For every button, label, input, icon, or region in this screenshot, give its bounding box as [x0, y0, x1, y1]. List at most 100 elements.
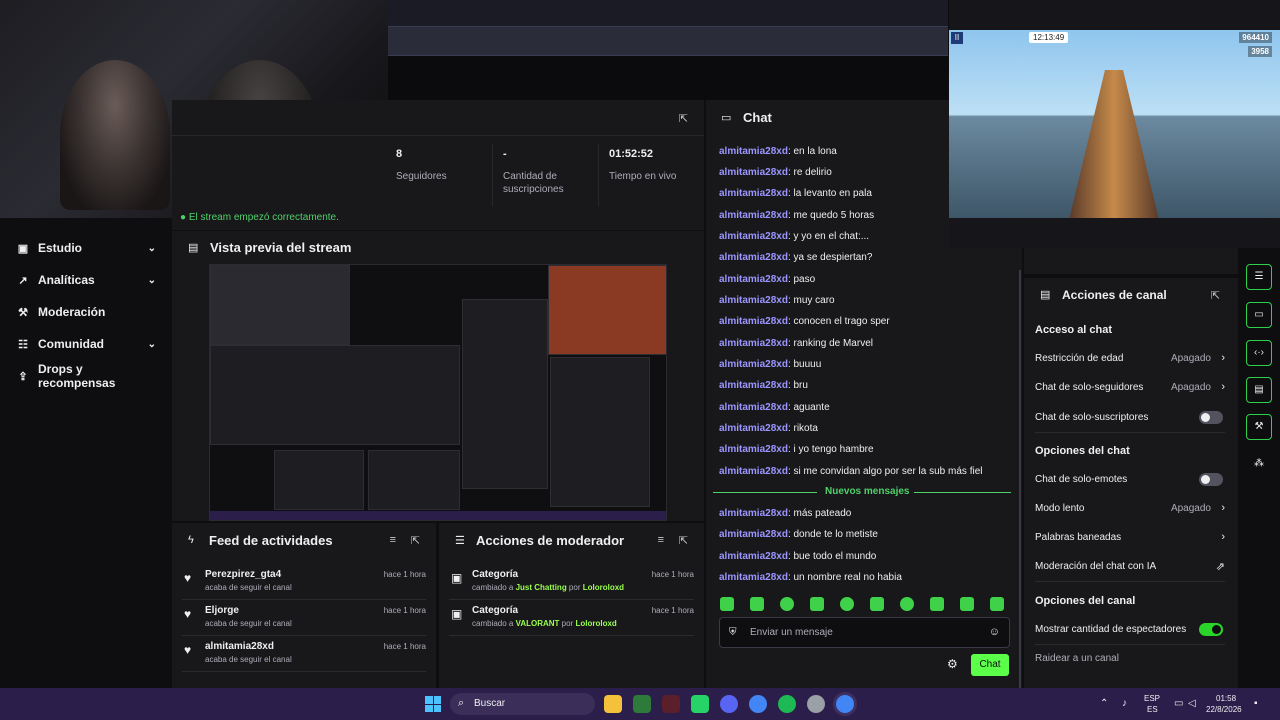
- notification-icon[interactable]: ▪: [1254, 698, 1258, 709]
- chat-username[interactable]: almitamia28xd: [719, 572, 788, 583]
- option-age-restriction[interactable]: Restricción de edad Apagado ›: [1035, 352, 1225, 373]
- chat-username[interactable]: almitamia28xd: [719, 188, 788, 199]
- whatsapp-icon[interactable]: [691, 695, 709, 713]
- chat-username[interactable]: almitamia28xd: [719, 316, 788, 327]
- chat-username[interactable]: almitamia28xd: [719, 359, 788, 370]
- chat-username[interactable]: almitamia28xd: [719, 210, 788, 221]
- feed-user[interactable]: Perezpirez_gta4: [205, 569, 281, 580]
- app-icon[interactable]: [662, 695, 680, 713]
- quick-action-chat-icon[interactable]: ▭: [1246, 302, 1272, 328]
- sidebar-item-drops[interactable]: ⇪ Drops y recompensas: [0, 360, 172, 392]
- option-followers-only[interactable]: Chat de solo-seguidores Apagado ›: [1035, 381, 1225, 402]
- feed-user[interactable]: almitamia28xd: [205, 641, 274, 652]
- sidebar-item-community[interactable]: ☷ Comunidad ⌄: [0, 328, 172, 360]
- chat-username[interactable]: almitamia28xd: [719, 167, 788, 178]
- emote-only-toggle[interactable]: [1199, 473, 1223, 486]
- language-code[interactable]: ESP: [1144, 694, 1160, 703]
- filter-icon[interactable]: ≡: [390, 534, 396, 546]
- chat-scrollbar[interactable]: [1019, 270, 1021, 690]
- chat-username[interactable]: almitamia28xd: [719, 295, 788, 306]
- clock-time[interactable]: 01:58: [1216, 694, 1236, 703]
- sidebar-item-moderation[interactable]: ⚒ Moderación: [0, 296, 172, 328]
- network-icon[interactable]: ▭: [1174, 698, 1183, 709]
- emote-icon[interactable]: [990, 597, 1004, 611]
- discord-icon[interactable]: [720, 695, 738, 713]
- sidebar-item-label: Comunidad: [38, 337, 104, 351]
- chat-text: : más pateado: [787, 508, 852, 519]
- chat-username[interactable]: almitamia28xd: [719, 508, 788, 519]
- chat-username[interactable]: almitamia28xd: [719, 529, 788, 540]
- microphone-icon[interactable]: ♪: [1122, 698, 1127, 709]
- app-icon[interactable]: [633, 695, 651, 713]
- app-icon[interactable]: [807, 695, 825, 713]
- emote-icon[interactable]: [810, 597, 824, 611]
- emoji-picker-icon[interactable]: ☺: [989, 626, 1000, 638]
- category-icon: ▣: [451, 607, 463, 621]
- chat-input[interactable]: ⛨ Enviar un mensaje ☺: [719, 617, 1010, 648]
- modact-user[interactable]: Loloroloxd: [583, 583, 624, 592]
- divider-line: [913, 492, 1011, 493]
- emote-icon[interactable]: [840, 597, 854, 611]
- file-explorer-icon[interactable]: [604, 695, 622, 713]
- chat-username[interactable]: almitamia28xd: [719, 551, 788, 562]
- chat-username[interactable]: almitamia28xd: [719, 274, 788, 285]
- chat-message: almitamia28xd: paso: [719, 274, 815, 285]
- emote-icon[interactable]: [780, 597, 794, 611]
- option-slow-mode[interactable]: Modo lento Apagado ›: [1035, 502, 1225, 523]
- chat-username[interactable]: almitamia28xd: [719, 402, 788, 413]
- emote-icon[interactable]: [930, 597, 944, 611]
- filter-icon[interactable]: ≡: [658, 534, 664, 546]
- modact-user[interactable]: Loloroloxd: [575, 619, 616, 628]
- quick-action-list-icon[interactable]: ☰: [1246, 264, 1272, 290]
- chat-settings-gear-icon[interactable]: ⚙: [947, 657, 958, 671]
- divider: [1035, 432, 1225, 433]
- option-ai-moderation[interactable]: Moderación del chat con IA ⇗: [1035, 561, 1225, 581]
- shield-icon[interactable]: ⛨: [729, 627, 737, 638]
- chat-username[interactable]: almitamia28xd: [719, 338, 788, 349]
- windows-start-icon[interactable]: [425, 696, 441, 712]
- list-item: ♥ Eljorge acaba de seguir el canal hace …: [182, 601, 426, 636]
- emote-icon[interactable]: [720, 597, 734, 611]
- popout-icon[interactable]: ⇱: [411, 534, 420, 547]
- chrome-icon[interactable]: [749, 695, 767, 713]
- emote-icon[interactable]: [750, 597, 764, 611]
- emote-icon[interactable]: [870, 597, 884, 611]
- emote-icon[interactable]: [900, 597, 914, 611]
- subscribers-only-toggle[interactable]: [1199, 411, 1223, 424]
- modact-header: ☰ Acciones de moderador ≡ ⇱: [439, 523, 704, 557]
- chat-username[interactable]: almitamia28xd: [719, 380, 788, 391]
- stream-preview-video[interactable]: [209, 264, 667, 521]
- quick-action-more-icon[interactable]: ⁂: [1246, 452, 1272, 478]
- quick-action-clip-icon[interactable]: ▤: [1246, 377, 1272, 403]
- popout-icon[interactable]: ⇱: [679, 112, 688, 125]
- quick-action-wrench-icon[interactable]: ⚒: [1246, 414, 1272, 440]
- volume-icon[interactable]: ◁: [1188, 698, 1196, 709]
- taskbar-search[interactable]: ⌕ Buscar: [450, 693, 595, 715]
- emote-icon[interactable]: [960, 597, 974, 611]
- viewer-count-toggle[interactable]: [1199, 623, 1223, 636]
- chat-text: : rikota: [787, 423, 818, 434]
- spotify-icon[interactable]: [778, 695, 796, 713]
- option-raid-channel[interactable]: Raidear a un canal: [1035, 653, 1225, 673]
- popout-icon[interactable]: ⇱: [679, 534, 688, 547]
- sidebar-item-studio[interactable]: ▣ Estudio ⌄: [0, 232, 172, 264]
- chrome-active-icon[interactable]: [836, 695, 854, 713]
- chat-send-button[interactable]: Chat: [971, 654, 1009, 676]
- chat-username[interactable]: almitamia28xd: [719, 146, 788, 157]
- popout-icon[interactable]: ⇱: [1211, 289, 1220, 302]
- preview-actions: [550, 357, 650, 507]
- chat-username[interactable]: almitamia28xd: [719, 466, 788, 477]
- chevron-up-icon[interactable]: ⌃: [1100, 698, 1108, 709]
- chat-message: almitamia28xd: ranking de Marvel: [719, 338, 873, 349]
- sidebar-item-analytics[interactable]: ↗ Analíticas ⌄: [0, 264, 172, 296]
- sidebar-item-label: Moderación: [38, 305, 106, 319]
- option-banned-words[interactable]: Palabras baneadas ›: [1035, 531, 1225, 552]
- chat-username[interactable]: almitamia28xd: [719, 252, 788, 263]
- chat-message: almitamia28xd: muy caro: [719, 295, 835, 306]
- feed-user[interactable]: Eljorge: [205, 605, 239, 616]
- chat-username[interactable]: almitamia28xd: [719, 423, 788, 434]
- chat-message: almitamia28xd: la levanto en pala: [719, 188, 872, 199]
- chat-username[interactable]: almitamia28xd: [719, 444, 788, 455]
- quick-action-code-icon[interactable]: ‹·›: [1246, 340, 1272, 366]
- chat-username[interactable]: almitamia28xd: [719, 231, 788, 242]
